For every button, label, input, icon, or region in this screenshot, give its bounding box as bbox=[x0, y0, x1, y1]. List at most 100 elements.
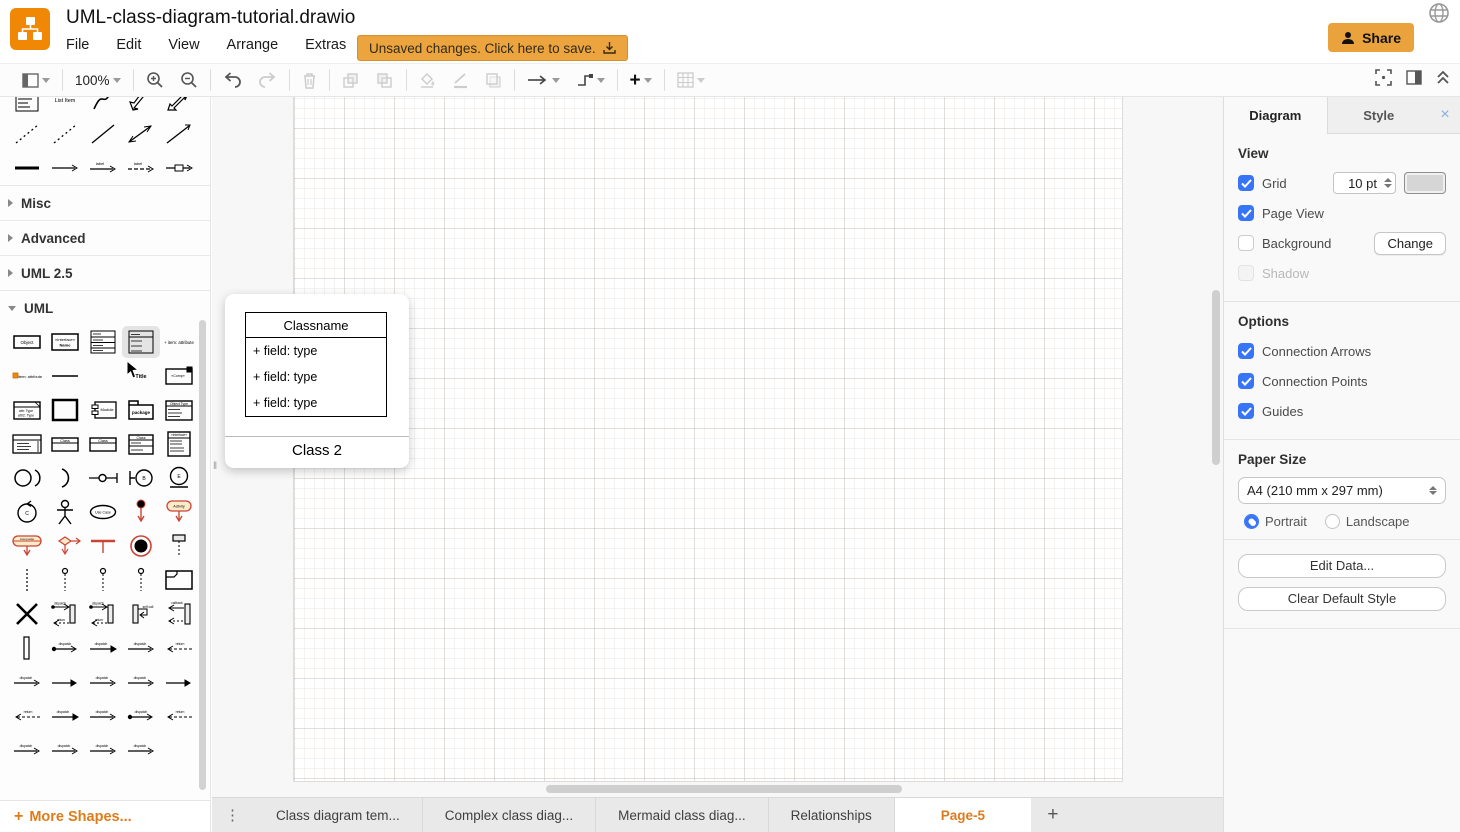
callback-bar-shape[interactable]: callback bbox=[160, 598, 198, 630]
to-back-button[interactable] bbox=[368, 64, 402, 96]
table-dropdown[interactable] bbox=[669, 64, 713, 96]
zoom-level-dropdown[interactable]: 100% bbox=[67, 64, 129, 96]
line-shape[interactable] bbox=[84, 118, 122, 150]
waypoint-style-dropdown[interactable] bbox=[568, 64, 613, 96]
object-box-shape[interactable]: Object bbox=[8, 326, 46, 358]
page-tab-class-diagram-tem[interactable]: Class diagram tem... bbox=[254, 798, 423, 832]
shadow-button[interactable] bbox=[477, 64, 510, 96]
list-shape[interactable] bbox=[8, 97, 46, 116]
msg-arrow-shape[interactable]: dispatch bbox=[122, 666, 160, 698]
msg-arrow-shape[interactable]: dispatch bbox=[8, 734, 46, 766]
list-item-shape[interactable]: List Item bbox=[46, 97, 84, 116]
connection-arrows-checkbox[interactable] bbox=[1238, 343, 1254, 359]
close-panel-icon[interactable]: × bbox=[1430, 97, 1460, 133]
bold-link-shape[interactable] bbox=[8, 152, 46, 184]
menu-edit[interactable]: Edit bbox=[116, 37, 141, 53]
portrait-radio[interactable]: Portrait bbox=[1244, 514, 1307, 529]
clear-default-style-button[interactable]: Clear Default Style bbox=[1238, 587, 1446, 611]
vertical-scrollbar[interactable] bbox=[1212, 290, 1220, 465]
grid-size-input[interactable] bbox=[1333, 172, 1383, 194]
to-front-button[interactable] bbox=[334, 64, 368, 96]
paper-size-select[interactable]: A4 (210 mm x 297 mm) bbox=[1238, 477, 1446, 504]
page-view-checkbox[interactable] bbox=[1238, 205, 1254, 221]
grid-size-stepper[interactable] bbox=[1381, 172, 1396, 194]
msg-arrow-shape[interactable]: dispatch bbox=[122, 632, 160, 664]
object-type-box-shape[interactable]: Object Type bbox=[160, 394, 198, 426]
menu-view[interactable]: View bbox=[168, 37, 199, 53]
more-shapes-button[interactable]: + More Shapes... bbox=[0, 800, 211, 832]
frame-box-shape[interactable] bbox=[46, 394, 84, 426]
labeled-link2-shape[interactable]: label bbox=[122, 152, 160, 184]
line-color-button[interactable] bbox=[444, 64, 477, 96]
lifeline-box-shape[interactable] bbox=[160, 530, 198, 562]
circle-o-shape[interactable] bbox=[8, 462, 46, 494]
guides-checkbox[interactable] bbox=[1238, 403, 1254, 419]
hline-shape[interactable] bbox=[46, 360, 84, 392]
msg-arrow-filled-shape[interactable]: dispatch bbox=[84, 632, 122, 664]
share-button[interactable]: Share bbox=[1328, 23, 1414, 52]
msg-arrow2-shape[interactable] bbox=[160, 666, 198, 698]
tab-diagram[interactable]: Diagram bbox=[1224, 97, 1327, 134]
activity-orange-shape[interactable]: Activity bbox=[160, 496, 198, 528]
component-box-shape[interactable]: «Comp» bbox=[160, 360, 198, 392]
msg-arrow-shape[interactable]: dispatch bbox=[122, 734, 160, 766]
lifeline-circle-shape[interactable] bbox=[46, 564, 84, 596]
item-attribute-plain-shape[interactable]: + item: attribute bbox=[160, 326, 198, 358]
interface-box-shape[interactable]: «Interface»Name bbox=[46, 326, 84, 358]
delete-button[interactable] bbox=[294, 64, 325, 96]
msg-arrow-shape[interactable]: dispatch bbox=[8, 666, 46, 698]
msg-arrow2-shape[interactable] bbox=[46, 666, 84, 698]
msg-return-shape[interactable]: return bbox=[160, 632, 198, 664]
activation-bar-shape[interactable] bbox=[8, 632, 46, 664]
msg-arrow-shape[interactable]: dispatch bbox=[84, 700, 122, 732]
background-checkbox[interactable] bbox=[1238, 235, 1254, 251]
zoom-in-button[interactable] bbox=[138, 64, 172, 96]
edit-data-button[interactable]: Edit Data... bbox=[1238, 554, 1446, 578]
curve-shape[interactable] bbox=[84, 97, 122, 116]
horizontal-scrollbar[interactable] bbox=[546, 785, 902, 793]
entity-object-shape[interactable]: E bbox=[160, 462, 198, 494]
sidebar-scrollbar[interactable] bbox=[199, 320, 206, 790]
page-tab-page-5[interactable]: Page-5 bbox=[895, 798, 1031, 832]
actor-shape[interactable] bbox=[46, 496, 84, 528]
collapse-toolbar-icon[interactable] bbox=[1436, 70, 1450, 90]
canvas-page[interactable] bbox=[293, 97, 1123, 782]
fullscreen-icon[interactable] bbox=[1375, 69, 1392, 91]
destroy-x-shape[interactable] bbox=[8, 598, 46, 630]
sidebar-splitter-handle[interactable]: ‖ bbox=[213, 459, 218, 475]
item-attribute-icon-shape[interactable]: item: attribute bbox=[8, 360, 46, 392]
unsaved-changes-banner[interactable]: Unsaved changes. Click here to save. bbox=[357, 35, 628, 61]
arrows-line-shape[interactable] bbox=[122, 118, 160, 150]
lollipop-shape[interactable] bbox=[84, 462, 122, 494]
boundary-object-shape[interactable]: B bbox=[122, 462, 160, 494]
class-list-box-shape[interactable] bbox=[8, 428, 46, 460]
fill-color-button[interactable] bbox=[411, 64, 444, 96]
lifeline-circle-shape[interactable] bbox=[122, 564, 160, 596]
landscape-radio[interactable]: Landscape bbox=[1325, 514, 1410, 529]
msg-arrow-dot-shape[interactable]: dispatch bbox=[122, 700, 160, 732]
msg-arrow-shape[interactable]: dispatch bbox=[46, 734, 84, 766]
initial-node-shape[interactable] bbox=[122, 496, 160, 528]
composite-orange-shape[interactable]: Composite bbox=[8, 530, 46, 562]
pages-menu-icon[interactable]: ⋮ bbox=[212, 798, 254, 832]
link-arrow-shape[interactable] bbox=[46, 152, 84, 184]
msg-return-shape[interactable]: return bbox=[160, 700, 198, 732]
msg-arrow-shape[interactable]: dispatch bbox=[84, 734, 122, 766]
fork-red-shape[interactable] bbox=[84, 530, 122, 562]
page-tab-mermaid-class-diag[interactable]: Mermaid class diag... bbox=[596, 798, 769, 832]
page-tab-relationships[interactable]: Relationships bbox=[769, 798, 895, 832]
insert-dropdown[interactable]: + bbox=[622, 64, 660, 96]
class-header-box-shape[interactable]: attr: Typeattr2: Type bbox=[8, 394, 46, 426]
final-node-shape[interactable] bbox=[122, 530, 160, 562]
page-tab-complex-class-diag[interactable]: Complex class diag... bbox=[423, 798, 596, 832]
menu-file[interactable]: File bbox=[66, 37, 89, 53]
decision-orange-shape[interactable] bbox=[46, 530, 84, 562]
activation-return-shape[interactable]: dispatchreturn bbox=[46, 598, 84, 630]
msg-arrow-shape[interactable]: dispatch bbox=[84, 666, 122, 698]
grid-color-swatch[interactable] bbox=[1404, 172, 1446, 194]
arrow-line-shape[interactable] bbox=[160, 118, 198, 150]
dotted-line-shape[interactable] bbox=[8, 118, 46, 150]
language-globe-icon[interactable] bbox=[1427, 1, 1451, 30]
section-uml[interactable]: UML bbox=[0, 290, 211, 325]
connection-points-checkbox[interactable] bbox=[1238, 373, 1254, 389]
